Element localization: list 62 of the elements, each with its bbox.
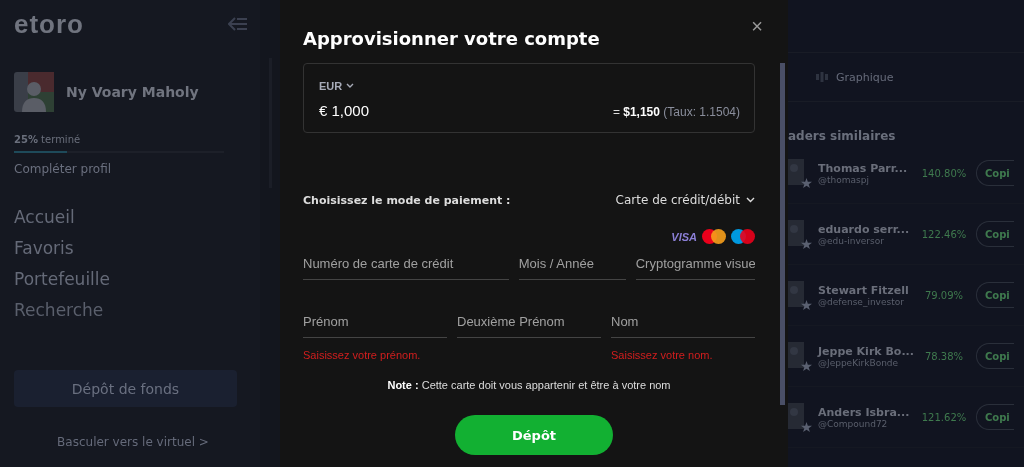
trader-avatar xyxy=(788,403,804,429)
trader-name[interactable]: Jeppe Kirk Bo... xyxy=(818,344,918,358)
star-icon xyxy=(801,422,812,433)
switch-virtual-link[interactable]: Basculer vers le virtuel > xyxy=(57,435,209,449)
input-field[interactable]: Cryptogramme visue xyxy=(635,248,755,280)
amount-input[interactable]: € 1,000 xyxy=(319,102,370,119)
profile-progress-label: 25% terminé xyxy=(14,134,82,145)
deposit-button[interactable]: Dépôt xyxy=(455,415,613,455)
trader-gain: 140.80% xyxy=(920,167,968,179)
nav-item[interactable]: Recherche xyxy=(14,295,252,326)
trader-gain: 78.38% xyxy=(923,350,965,362)
error-message: Saisissez votre prénom. xyxy=(303,349,422,361)
mastercard-logo xyxy=(702,229,726,244)
trader-gain: 121.62% xyxy=(920,411,968,423)
trader-avatar xyxy=(788,220,804,246)
star-icon xyxy=(801,239,812,250)
star-icon xyxy=(801,361,812,372)
error-message: Saisissez votre nom. xyxy=(611,349,714,361)
input-field[interactable]: Deuxième Prénom xyxy=(457,306,601,338)
trader-name[interactable]: Thomas Parr... xyxy=(818,161,918,175)
close-button[interactable]: × xyxy=(749,14,765,38)
collapse-arrow-icon[interactable] xyxy=(228,17,248,31)
chevron-icon xyxy=(746,197,755,203)
complete-profile-link[interactable]: Compléter profil xyxy=(14,162,252,176)
payment-method-dropdown[interactable]: Carte de crédit/débit xyxy=(615,193,755,207)
nav-item[interactable]: Accueil xyxy=(14,202,252,233)
logo[interactable]: etoro xyxy=(14,8,84,40)
trader-avatar xyxy=(788,281,804,307)
maestro-logo xyxy=(731,229,755,244)
deposit-funds-button[interactable]: Dépôt de fonds xyxy=(14,370,237,407)
trader-name[interactable]: Anders Isbra... xyxy=(818,405,918,419)
trader-name[interactable]: Stewart Fitzell xyxy=(818,283,918,297)
trader-gain: 79.09% xyxy=(923,289,965,301)
chart-tab[interactable]: Graphique xyxy=(816,70,894,84)
trader-handle: @Compound72 xyxy=(818,418,889,429)
trader-handle: @JeppeKirkBonde xyxy=(818,357,900,368)
trader-avatar xyxy=(788,159,804,185)
star-icon xyxy=(801,178,812,189)
trader-handle: @defense_investor xyxy=(818,296,905,307)
nav-item[interactable]: Portefeuille xyxy=(14,264,252,295)
trader-name[interactable]: eduardo serr... xyxy=(818,222,918,236)
trader-handle: @thomaspj xyxy=(818,174,870,185)
visa-logo: VISA xyxy=(671,230,697,243)
star-icon xyxy=(801,300,812,311)
user-name: Ny Voary Maholy xyxy=(66,84,199,100)
dialog-title: Approvisionner votre compte xyxy=(303,28,600,49)
chevron-icon xyxy=(346,83,355,89)
converted-amount: = $1,150 (Taux: 1.1504) xyxy=(612,105,740,119)
input-field[interactable]: Mois / Année xyxy=(518,248,626,280)
nav-item[interactable]: Favoris xyxy=(14,233,252,264)
note-text: Note : Cette carte doit vous appartenir et être à votre nom xyxy=(386,379,672,391)
input-field[interactable]: Nom xyxy=(611,306,755,338)
trader-gain: 122.46% xyxy=(920,228,968,240)
input-field[interactable]: Prénom xyxy=(303,306,447,338)
avatar xyxy=(14,72,54,112)
section-title: aders similaires xyxy=(788,129,897,143)
currency-dropdown[interactable]: EUR xyxy=(319,80,355,92)
candlestick-icon xyxy=(816,72,828,82)
payment-method-label: Choisissez le mode de paiement : xyxy=(303,193,511,207)
trader-avatar xyxy=(788,342,804,368)
input-field[interactable]: Numéro de carte de crédit xyxy=(303,248,509,280)
trader-handle: @edu-inversor xyxy=(818,235,885,246)
